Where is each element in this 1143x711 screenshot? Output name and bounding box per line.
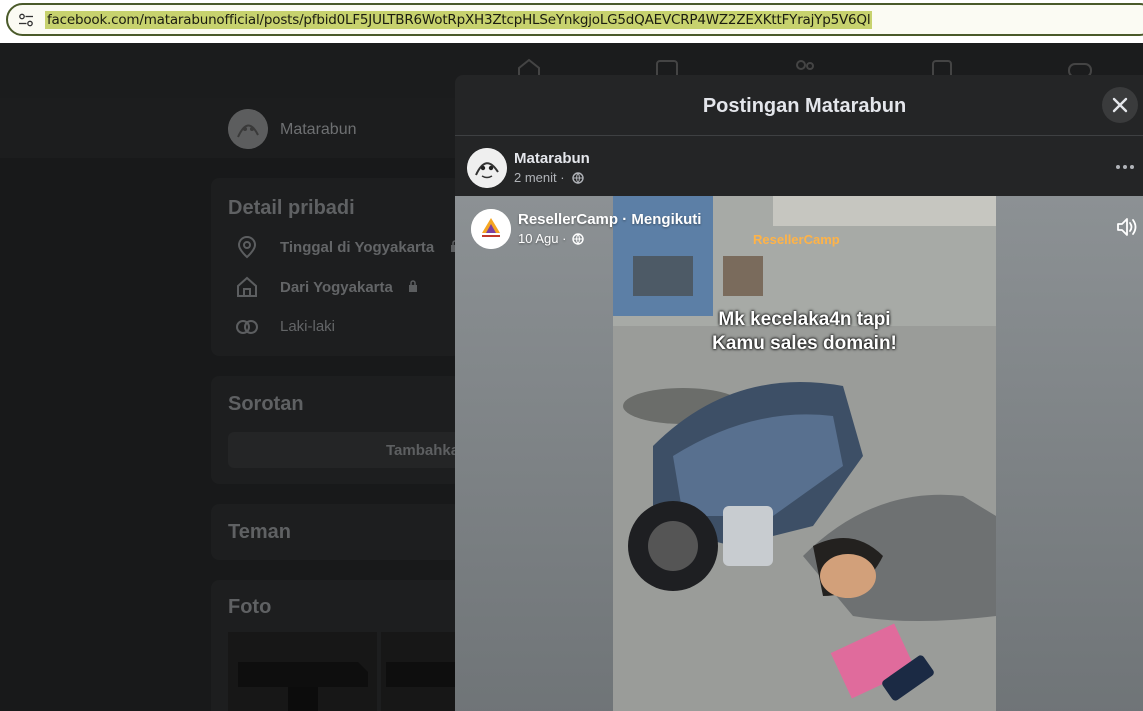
post-meta: 2 menit · <box>514 170 584 185</box>
shared-meta: 10 Agu · <box>518 231 584 246</box>
post-author-avatar[interactable] <box>467 148 507 188</box>
video-caption-line2: Kamu sales domain! <box>712 333 897 354</box>
add-highlights-button[interactable]: Tambahka <box>228 432 468 468</box>
browser-toolbar: facebook.com/matarabunofficial/posts/pfb… <box>0 0 1143 43</box>
post-author-name[interactable]: Matarabun <box>514 150 590 167</box>
shared-meta-separator: · <box>562 231 567 246</box>
gender-text: Laki-laki <box>280 318 336 335</box>
video-frame[interactable]: ResellerCamp Mk kecelaka4n tapi Kamu sal… <box>613 196 996 711</box>
shared-page-avatar[interactable] <box>471 209 511 249</box>
photo-thumbnail[interactable] <box>381 632 455 711</box>
lock-icon <box>409 280 417 292</box>
location-pin-icon <box>237 235 257 259</box>
post-modal: Postingan Matarabun Matarabun 2 menit · <box>455 75 1143 711</box>
shared-separator: · <box>622 211 628 228</box>
profile-name[interactable]: Matarabun <box>280 121 357 139</box>
video-player[interactable]: ResellerCamp Mk kecelaka4n tapi Kamu sal… <box>455 196 1143 711</box>
url-text[interactable]: facebook.com/matarabunofficial/posts/pfb… <box>45 11 873 29</box>
photos-title[interactable]: Foto <box>228 596 271 619</box>
close-icon <box>1112 97 1128 113</box>
globe-icon[interactable] <box>572 233 584 245</box>
video-caption: Mk kecelaka4n tapi Kamu sales domain! <box>613 308 996 356</box>
shared-page-name[interactable]: ResellerCamp <box>518 211 618 228</box>
tune-icon[interactable] <box>18 13 34 27</box>
video-caption-line1: Mk kecelaka4n tapi <box>718 309 891 330</box>
profile-avatar[interactable] <box>228 109 268 149</box>
gender-icon <box>236 320 258 334</box>
add-highlights-label: Tambahka <box>386 442 460 459</box>
address-bar[interactable]: facebook.com/matarabunofficial/posts/pfb… <box>6 3 1143 36</box>
friends-title[interactable]: Teman <box>228 521 291 544</box>
more-options-icon[interactable] <box>1113 155 1137 179</box>
photo-thumbnail[interactable] <box>228 632 377 711</box>
post-time[interactable]: 2 menit <box>514 170 557 185</box>
modal-header: Postingan Matarabun <box>455 75 1143 136</box>
globe-icon[interactable] <box>572 172 584 184</box>
shared-page-header: ResellerCamp · Mengikuti <box>518 211 701 228</box>
from-text: Dari Yogyakarta <box>280 279 393 296</box>
personal-details-title: Detail pribadi <box>228 197 355 219</box>
highlights-title: Sorotan <box>228 393 304 415</box>
video-logo-text: ResellerCamp <box>753 232 840 247</box>
meta-separator: · <box>560 170 565 185</box>
personal-details-card: Detail pribadi Tinggal di Yogyakarta Dar… <box>211 178 461 356</box>
shared-date[interactable]: 10 Agu <box>518 231 559 246</box>
friends-card: Teman <box>211 504 461 560</box>
lives-in-text: Tinggal di Yogyakarta <box>280 239 435 256</box>
video-still <box>613 196 996 711</box>
close-button[interactable] <box>1102 87 1138 123</box>
highlights-card: Sorotan Tambahka <box>211 376 468 484</box>
following-link[interactable]: Mengikuti <box>631 211 701 228</box>
volume-icon[interactable] <box>1115 216 1139 238</box>
modal-title: Postingan Matarabun <box>702 95 907 117</box>
home-icon <box>237 276 257 297</box>
